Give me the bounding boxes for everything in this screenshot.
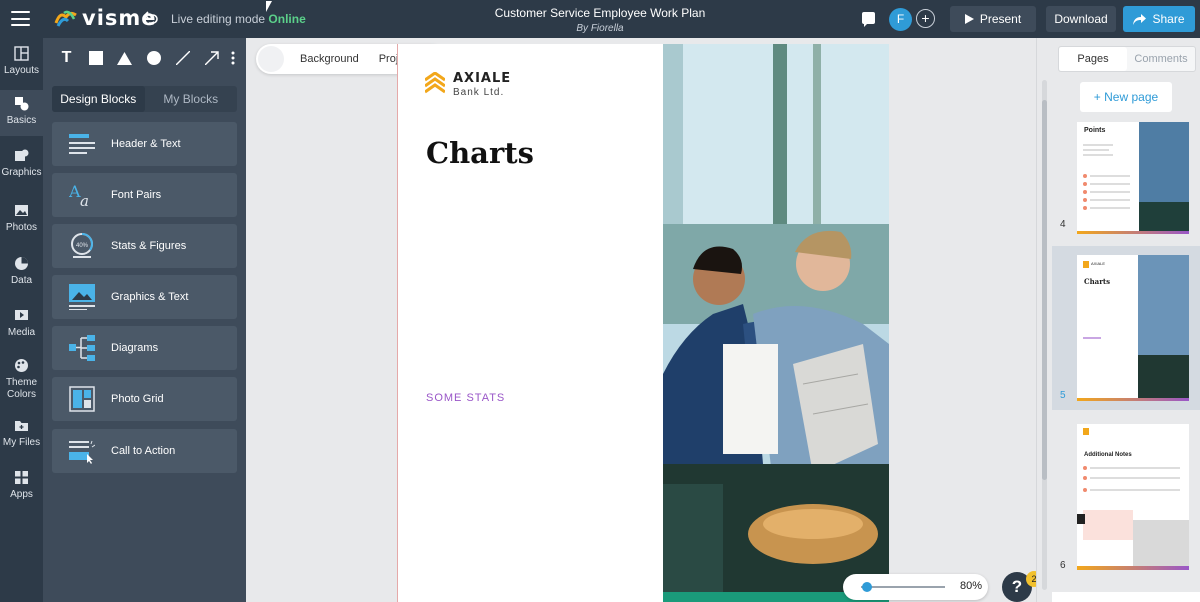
left-navigation: Layouts Basics Graphics Photos Data Medi…	[0, 38, 43, 602]
live-editing-label: Live editing mode	[171, 12, 266, 26]
share-label: Share	[1152, 12, 1185, 26]
tab-pages[interactable]: Pages	[1059, 47, 1127, 71]
line-tool-icon[interactable]	[168, 44, 197, 72]
page-thumbnail-row-4[interactable]: 4 Points	[1052, 118, 1200, 244]
nav-data[interactable]: Data	[0, 256, 43, 296]
nav-my-files[interactable]: My Files	[0, 418, 43, 458]
basics-icon	[15, 97, 29, 111]
palette-icon	[15, 359, 28, 372]
nav-theme-colors[interactable]: Theme Colors	[0, 358, 43, 406]
text-tool-icon[interactable]: T	[52, 44, 81, 72]
brand-logo[interactable]: AXIALE Bank Ltd.	[425, 72, 511, 100]
document-title[interactable]: Customer Service Employee Work Plan	[430, 6, 770, 21]
axiale-chevron-icon	[425, 72, 445, 94]
arrow-tool-icon[interactable]	[197, 44, 226, 72]
visme-logo[interactable]: visme	[54, 8, 157, 29]
document-author: By Fiorella	[576, 23, 624, 34]
share-button[interactable]: Share	[1123, 6, 1195, 32]
play-icon	[964, 14, 974, 24]
page-heading[interactable]: Charts	[426, 136, 534, 170]
document-title-block[interactable]: Customer Service Employee Work Plan By F…	[430, 6, 770, 36]
page-number: 6	[1060, 560, 1066, 571]
block-photo-grid[interactable]: Photo Grid	[52, 377, 237, 421]
page-thumbnail-row-6[interactable]: 6 Additional Notes	[1052, 418, 1200, 578]
diagrams-icon	[69, 335, 95, 361]
zoom-value[interactable]: 80%	[960, 580, 982, 592]
block-diagrams[interactable]: Diagrams	[52, 326, 237, 370]
mouse-cursor-icon	[266, 1, 272, 12]
pages-panel-footer	[1052, 592, 1200, 602]
font-pairs-icon: Aa	[69, 182, 89, 208]
slide-page[interactable]: AXIALE Bank Ltd. Charts SOME STATS	[397, 44, 889, 602]
undo-icon[interactable]	[143, 9, 159, 29]
media-icon	[15, 310, 28, 320]
block-font-pairs[interactable]: Aa Font Pairs	[52, 173, 237, 217]
tab-my-blocks[interactable]: My Blocks	[145, 86, 238, 112]
block-call-to-action[interactable]: Call to Action	[52, 429, 237, 473]
triangle-tool-icon[interactable]	[110, 44, 139, 72]
photos-icon	[15, 205, 28, 216]
nav-photos[interactable]: Photos	[0, 203, 43, 243]
data-icon	[15, 257, 28, 270]
comment-icon[interactable]	[862, 12, 875, 27]
graphics-text-icon	[69, 284, 95, 310]
layouts-icon	[14, 46, 29, 61]
nav-basics[interactable]: Basics	[0, 90, 43, 136]
my-files-icon	[15, 421, 28, 431]
background-color-swatch[interactable]	[258, 46, 284, 72]
shape-toolbar: T	[52, 44, 240, 72]
avatar[interactable]: F	[889, 8, 912, 31]
online-status: Online	[268, 12, 306, 26]
pages-tabs: Pages Comments	[1058, 46, 1196, 72]
more-tools-icon[interactable]	[226, 44, 240, 72]
zoom-slider-track[interactable]	[861, 586, 945, 588]
add-user-button[interactable]: +	[916, 9, 935, 28]
zoom-slider-handle[interactable]	[862, 582, 873, 592]
rectangle-tool-icon[interactable]	[81, 44, 110, 72]
svg-text:a: a	[80, 192, 89, 208]
tab-design-blocks[interactable]: Design Blocks	[52, 86, 145, 112]
call-to-action-icon	[69, 440, 95, 464]
canvas-scrollbar-thumb[interactable]	[1042, 100, 1047, 480]
top-bar: visme Live editing mode Online Customer …	[0, 0, 1200, 38]
nav-graphics[interactable]: Graphics	[0, 148, 43, 188]
graphics-icon	[15, 149, 29, 161]
svg-text:40%: 40%	[76, 243, 89, 249]
page-thumbnail[interactable]: Points	[1077, 122, 1189, 234]
download-button[interactable]: Download	[1046, 6, 1116, 32]
block-tabs: Design Blocks My Blocks	[52, 86, 237, 112]
stats-figures-icon: 40%	[71, 233, 93, 258]
apps-icon	[15, 471, 28, 484]
stats-label[interactable]: SOME STATS	[426, 392, 505, 404]
block-graphics-text[interactable]: Graphics & Text	[52, 275, 237, 319]
nav-apps[interactable]: Apps	[0, 470, 43, 510]
photo-image	[663, 44, 889, 602]
brand-subtitle: Bank Ltd.	[453, 87, 505, 98]
hamburger-menu-icon[interactable]	[11, 11, 30, 26]
circle-tool-icon[interactable]	[139, 44, 168, 72]
photo-grid-icon	[69, 386, 95, 412]
visme-logo-icon	[54, 10, 77, 27]
present-label: Present	[979, 12, 1022, 26]
live-editing-status: Live editing mode Online	[171, 12, 306, 26]
header-text-icon	[69, 134, 95, 154]
block-stats-figures[interactable]: 40% Stats & Figures	[52, 224, 237, 268]
tab-comments[interactable]: Comments	[1127, 47, 1195, 71]
background-button[interactable]: Background	[300, 53, 359, 65]
nav-layouts[interactable]: Layouts	[0, 46, 43, 86]
business-photo[interactable]	[663, 44, 889, 602]
page-thumbnail[interactable]: AXIALE Charts	[1077, 255, 1189, 401]
present-button[interactable]: Present	[950, 6, 1036, 32]
block-header-text[interactable]: Header & Text	[52, 122, 237, 166]
page-thumbnail[interactable]: Additional Notes	[1077, 424, 1189, 570]
zoom-control: 80%	[843, 574, 988, 600]
page-number: 4	[1060, 219, 1066, 230]
share-icon	[1133, 13, 1147, 25]
page-thumbnail-row-5[interactable]: 5 AXIALE Charts	[1052, 246, 1200, 410]
nav-media[interactable]: Media	[0, 308, 43, 348]
brand-name: AXIALE	[453, 71, 512, 86]
new-page-button[interactable]: + New page	[1080, 82, 1172, 112]
page-number: 5	[1060, 390, 1066, 401]
